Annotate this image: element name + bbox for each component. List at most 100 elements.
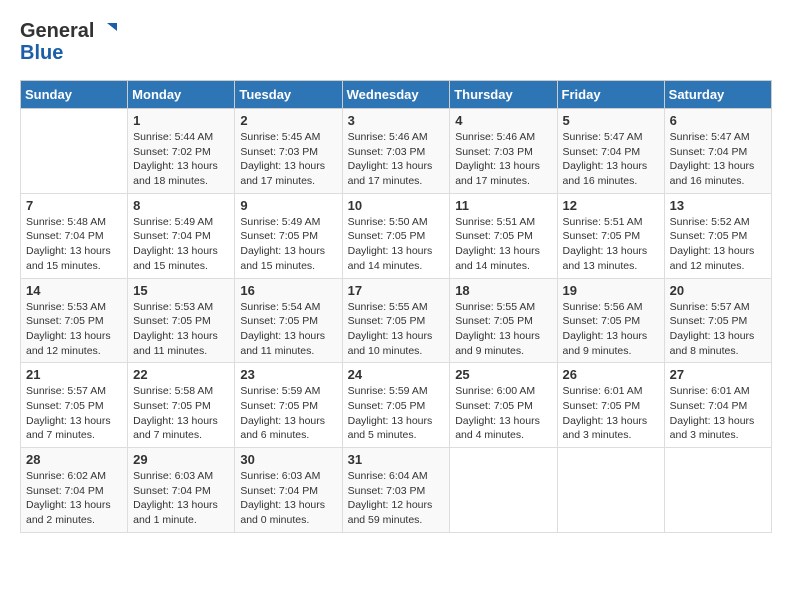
- calendar-cell: 16 Sunrise: 5:54 AM Sunset: 7:05 PM Dayli…: [235, 278, 342, 363]
- day-number: 14: [26, 283, 122, 298]
- page-header: General Blue: [20, 20, 772, 64]
- day-info: Sunrise: 5:46 AM Sunset: 7:03 PM Dayligh…: [455, 130, 551, 189]
- calendar-cell: 5 Sunrise: 5:47 AM Sunset: 7:04 PM Daylig…: [557, 109, 664, 194]
- day-number: 30: [240, 452, 336, 467]
- day-info: Sunrise: 5:57 AM Sunset: 7:05 PM Dayligh…: [670, 300, 766, 359]
- logo-general: General: [20, 20, 94, 42]
- day-number: 20: [670, 283, 766, 298]
- header-thursday: Thursday: [450, 81, 557, 109]
- calendar-cell: [21, 109, 128, 194]
- calendar-cell: 11 Sunrise: 5:51 AM Sunset: 7:05 PM Dayli…: [450, 193, 557, 278]
- day-info: Sunrise: 5:49 AM Sunset: 7:05 PM Dayligh…: [240, 215, 336, 274]
- calendar-cell: 30 Sunrise: 6:03 AM Sunset: 7:04 PM Dayli…: [235, 448, 342, 533]
- day-number: 28: [26, 452, 122, 467]
- calendar-cell: 26Sunrise: 6:01 AM Sunset: 7:05 PM Dayli…: [557, 363, 664, 448]
- day-number: 21: [26, 367, 122, 382]
- day-number: 3: [348, 113, 445, 128]
- day-info: Sunrise: 5:53 AM Sunset: 7:05 PM Dayligh…: [133, 300, 229, 359]
- day-number: 6: [670, 113, 766, 128]
- calendar-cell: 31 Sunrise: 6:04 AM Sunset: 7:03 PM Dayli…: [342, 448, 450, 533]
- day-info: Sunrise: 6:01 AM Sunset: 7:05 PM Dayligh…: [563, 384, 659, 443]
- day-info: Sunrise: 5:44 AM Sunset: 7:02 PM Dayligh…: [133, 130, 229, 189]
- calendar-cell: 9 Sunrise: 5:49 AM Sunset: 7:05 PM Daylig…: [235, 193, 342, 278]
- day-number: 19: [563, 283, 659, 298]
- day-info: Sunrise: 5:57 AM Sunset: 7:05 PM Dayligh…: [26, 384, 122, 443]
- calendar-cell: 6 Sunrise: 5:47 AM Sunset: 7:04 PM Daylig…: [664, 109, 771, 194]
- day-info: Sunrise: 5:58 AM Sunset: 7:05 PM Dayligh…: [133, 384, 229, 443]
- day-info: Sunrise: 5:55 AM Sunset: 7:05 PM Dayligh…: [455, 300, 551, 359]
- header-saturday: Saturday: [664, 81, 771, 109]
- day-info: Sunrise: 5:47 AM Sunset: 7:04 PM Dayligh…: [563, 130, 659, 189]
- day-number: 11: [455, 198, 551, 213]
- day-info: Sunrise: 6:03 AM Sunset: 7:04 PM Dayligh…: [133, 469, 229, 528]
- calendar-cell: 7 Sunrise: 5:48 AM Sunset: 7:04 PM Daylig…: [21, 193, 128, 278]
- day-info: Sunrise: 5:59 AM Sunset: 7:05 PM Dayligh…: [240, 384, 336, 443]
- day-number: 10: [348, 198, 445, 213]
- day-number: 22: [133, 367, 229, 382]
- calendar-cell: 12Sunrise: 5:51 AM Sunset: 7:05 PM Dayli…: [557, 193, 664, 278]
- day-info: Sunrise: 5:51 AM Sunset: 7:05 PM Dayligh…: [455, 215, 551, 274]
- day-info: Sunrise: 5:47 AM Sunset: 7:04 PM Dayligh…: [670, 130, 766, 189]
- day-number: 25: [455, 367, 551, 382]
- header-friday: Friday: [557, 81, 664, 109]
- day-info: Sunrise: 5:56 AM Sunset: 7:05 PM Dayligh…: [563, 300, 659, 359]
- day-info: Sunrise: 5:52 AM Sunset: 7:05 PM Dayligh…: [670, 215, 766, 274]
- calendar-cell: 18 Sunrise: 5:55 AM Sunset: 7:05 PM Dayli…: [450, 278, 557, 363]
- day-info: Sunrise: 5:59 AM Sunset: 7:05 PM Dayligh…: [348, 384, 445, 443]
- day-number: 5: [563, 113, 659, 128]
- calendar-cell: 8 Sunrise: 5:49 AM Sunset: 7:04 PM Daylig…: [128, 193, 235, 278]
- calendar-cell: 15 Sunrise: 5:53 AM Sunset: 7:05 PM Dayli…: [128, 278, 235, 363]
- day-info: Sunrise: 6:00 AM Sunset: 7:05 PM Dayligh…: [455, 384, 551, 443]
- day-number: 17: [348, 283, 445, 298]
- day-number: 23: [240, 367, 336, 382]
- calendar-cell: 10 Sunrise: 5:50 AM Sunset: 7:05 PM Dayli…: [342, 193, 450, 278]
- header-sunday: Sunday: [21, 81, 128, 109]
- day-info: Sunrise: 6:04 AM Sunset: 7:03 PM Dayligh…: [348, 469, 445, 528]
- calendar-week-row: 7 Sunrise: 5:48 AM Sunset: 7:04 PM Daylig…: [21, 193, 772, 278]
- day-number: 16: [240, 283, 336, 298]
- calendar-cell: 3Sunrise: 5:46 AM Sunset: 7:03 PM Daylig…: [342, 109, 450, 194]
- day-info: Sunrise: 5:55 AM Sunset: 7:05 PM Dayligh…: [348, 300, 445, 359]
- day-number: 9: [240, 198, 336, 213]
- header-tuesday: Tuesday: [235, 81, 342, 109]
- calendar-cell: 21 Sunrise: 5:57 AM Sunset: 7:05 PM Dayli…: [21, 363, 128, 448]
- day-info: Sunrise: 5:49 AM Sunset: 7:04 PM Dayligh…: [133, 215, 229, 274]
- day-info: Sunrise: 6:03 AM Sunset: 7:04 PM Dayligh…: [240, 469, 336, 528]
- header-wednesday: Wednesday: [342, 81, 450, 109]
- calendar-cell: 24 Sunrise: 5:59 AM Sunset: 7:05 PM Dayli…: [342, 363, 450, 448]
- calendar-cell: 19 Sunrise: 5:56 AM Sunset: 7:05 PM Dayli…: [557, 278, 664, 363]
- calendar-cell: 20 Sunrise: 5:57 AM Sunset: 7:05 PM Dayli…: [664, 278, 771, 363]
- logo-bird-icon: [97, 21, 117, 41]
- day-number: 2: [240, 113, 336, 128]
- calendar-cell: [664, 448, 771, 533]
- day-number: 29: [133, 452, 229, 467]
- day-number: 7: [26, 198, 122, 213]
- day-info: Sunrise: 5:53 AM Sunset: 7:05 PM Dayligh…: [26, 300, 122, 359]
- day-number: 18: [455, 283, 551, 298]
- calendar-cell: 17 Sunrise: 5:55 AM Sunset: 7:05 PM Dayli…: [342, 278, 450, 363]
- calendar-week-row: 14 Sunrise: 5:53 AM Sunset: 7:05 PM Dayli…: [21, 278, 772, 363]
- calendar-cell: 1Sunrise: 5:44 AM Sunset: 7:02 PM Daylig…: [128, 109, 235, 194]
- calendar-cell: 23 Sunrise: 5:59 AM Sunset: 7:05 PM Dayli…: [235, 363, 342, 448]
- day-info: Sunrise: 5:51 AM Sunset: 7:05 PM Dayligh…: [563, 215, 659, 274]
- logo: General Blue: [20, 20, 117, 64]
- calendar-header-row: SundayMondayTuesdayWednesdayThursdayFrid…: [21, 81, 772, 109]
- calendar-cell: 25 Sunrise: 6:00 AM Sunset: 7:05 PM Dayli…: [450, 363, 557, 448]
- day-info: Sunrise: 5:54 AM Sunset: 7:05 PM Dayligh…: [240, 300, 336, 359]
- logo-blue: Blue: [20, 42, 117, 64]
- day-number: 8: [133, 198, 229, 213]
- calendar-cell: 2Sunrise: 5:45 AM Sunset: 7:03 PM Daylig…: [235, 109, 342, 194]
- calendar-week-row: 21 Sunrise: 5:57 AM Sunset: 7:05 PM Dayli…: [21, 363, 772, 448]
- calendar-cell: [450, 448, 557, 533]
- day-number: 15: [133, 283, 229, 298]
- day-info: Sunrise: 5:48 AM Sunset: 7:04 PM Dayligh…: [26, 215, 122, 274]
- day-number: 31: [348, 452, 445, 467]
- calendar-cell: 22 Sunrise: 5:58 AM Sunset: 7:05 PM Dayli…: [128, 363, 235, 448]
- calendar-week-row: 28Sunrise: 6:02 AM Sunset: 7:04 PM Dayli…: [21, 448, 772, 533]
- calendar-cell: 29 Sunrise: 6:03 AM Sunset: 7:04 PM Dayli…: [128, 448, 235, 533]
- day-info: Sunrise: 5:50 AM Sunset: 7:05 PM Dayligh…: [348, 215, 445, 274]
- calendar-cell: 4Sunrise: 5:46 AM Sunset: 7:03 PM Daylig…: [450, 109, 557, 194]
- day-number: 24: [348, 367, 445, 382]
- calendar-cell: 27Sunrise: 6:01 AM Sunset: 7:04 PM Dayli…: [664, 363, 771, 448]
- calendar-cell: 14 Sunrise: 5:53 AM Sunset: 7:05 PM Dayli…: [21, 278, 128, 363]
